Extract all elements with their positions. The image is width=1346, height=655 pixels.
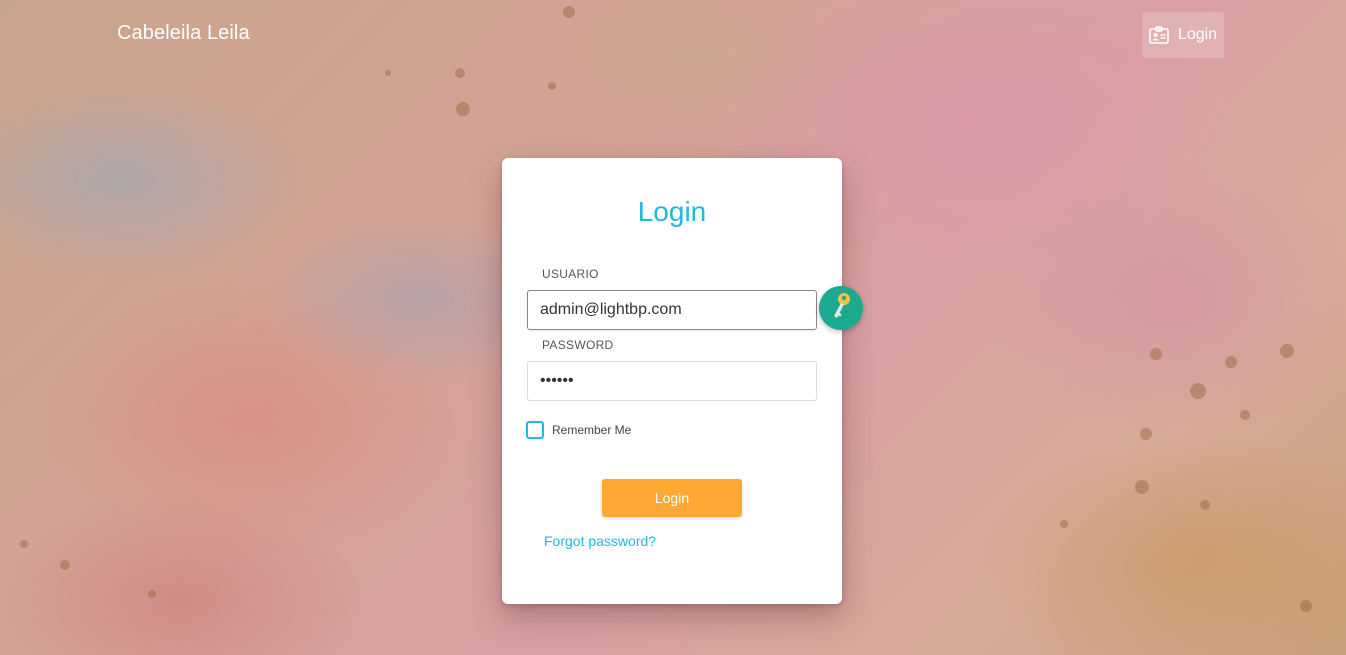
username-input[interactable] xyxy=(527,290,817,330)
remember-me-checkbox[interactable] xyxy=(526,421,544,439)
password-label: PASSWORD xyxy=(542,338,614,352)
top-navbar: Cabeleila Leila Login xyxy=(0,0,1346,68)
username-label: USUARIO xyxy=(542,267,599,281)
forgot-password-link[interactable]: Forgot password? xyxy=(544,533,656,549)
login-submit-button[interactable]: Login xyxy=(602,479,742,517)
remember-me-toggle[interactable]: Remember Me xyxy=(526,421,631,439)
remember-me-label: Remember Me xyxy=(552,423,632,437)
key-icon xyxy=(828,291,854,326)
login-title: Login xyxy=(637,196,707,227)
nav-login-button[interactable]: Login xyxy=(1142,12,1224,58)
password-input[interactable] xyxy=(527,361,817,401)
id-card-icon xyxy=(1149,26,1169,44)
brand-title[interactable]: Cabeleila Leila xyxy=(117,22,250,45)
nav-login-label: Login xyxy=(1177,26,1218,43)
login-card: Login USUARIO PASSWORD Remember Me Login… xyxy=(502,158,863,604)
password-manager-key-button[interactable] xyxy=(819,286,863,330)
